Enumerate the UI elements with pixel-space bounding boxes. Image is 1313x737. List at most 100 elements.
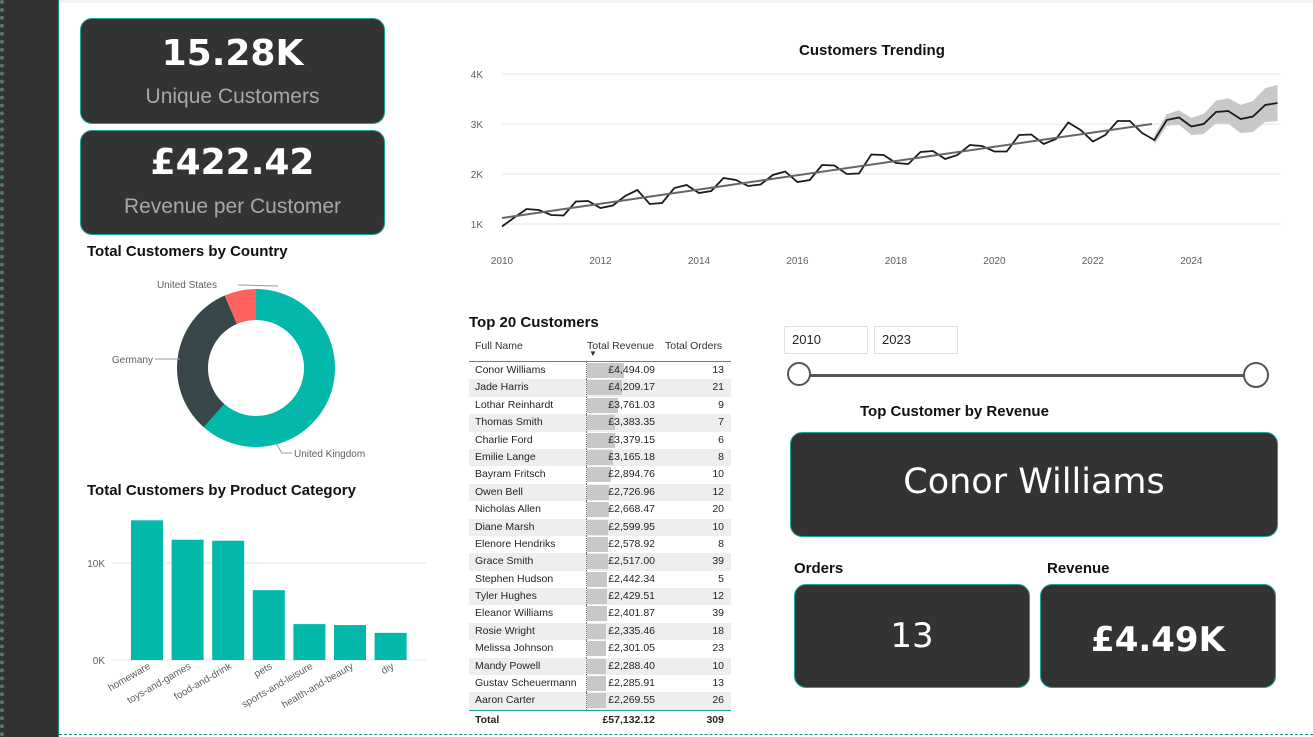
revenue-value: £4.49K: [1091, 620, 1225, 660]
cell-full-name: Thomas Smith: [475, 416, 543, 429]
cell-total-revenue: £2,429.51: [608, 590, 655, 603]
cell-total-orders: 7: [718, 416, 724, 429]
cell-total-revenue: £3,383.35: [608, 416, 655, 429]
bar-diy: [374, 632, 407, 660]
table-row[interactable]: Nicholas Allen £2,668.47 20: [469, 501, 731, 519]
cell-full-name: Lothar Reinhardt: [475, 398, 554, 411]
cell-total-orders: 20: [712, 503, 724, 516]
x-tick-label: 2020: [983, 256, 1006, 267]
revenue-card[interactable]: £4.49K: [1040, 584, 1276, 688]
cell-total-revenue: £4,209.17: [608, 381, 655, 394]
category-title: Total Customers by Product Category: [87, 482, 356, 499]
table-row[interactable]: Lothar Reinhardt £3,761.03 9: [469, 396, 731, 415]
x-tick-label: 2012: [589, 256, 612, 267]
bar-sports-and-leisure: [293, 624, 326, 660]
table-total-row: Total £57,132.12 309: [469, 709, 731, 729]
cell-full-name: Rosie Wright: [475, 624, 535, 637]
year-to-input[interactable]: 2023: [874, 326, 958, 354]
unique-customers-label: Unique Customers: [145, 85, 320, 108]
cell-total-revenue: £2,301.05: [608, 642, 655, 655]
y-tick-label: 2K: [471, 170, 484, 181]
table-row[interactable]: Thomas Smith £3,383.35 7: [469, 414, 731, 432]
cell-total-orders: 5: [718, 572, 724, 585]
x-tick-label: 2016: [786, 256, 809, 267]
cell-total-orders: 13: [712, 677, 724, 690]
table-row[interactable]: Gustav Scheuermann £2,285.91 13: [469, 675, 731, 693]
bar-homeware: [131, 520, 163, 660]
table-row[interactable]: Aaron Carter £2,269.55 26: [469, 692, 731, 710]
x-tick-label: 2018: [885, 256, 908, 267]
cell-full-name: Elenore Hendriks: [475, 537, 556, 550]
top-customer-name: Conor Williams: [903, 462, 1165, 502]
country-donut-chart[interactable]: United States Germany United Kingdom: [60, 262, 440, 472]
cell-total-revenue: £3,379.15: [608, 433, 655, 446]
cell-total-revenue: £3,165.18: [608, 450, 655, 463]
table-row[interactable]: Owen Bell £2,726.96 12: [469, 483, 731, 502]
table-row[interactable]: Jade Harris £4,209.17 21: [469, 379, 731, 397]
top20-table[interactable]: Full Name Total Revenue ▼ Total Orders C…: [469, 336, 731, 729]
table-row[interactable]: Emilie Lange £3,165.18 8: [469, 448, 731, 467]
bar-toys-and-games: [171, 539, 204, 660]
y-tick-label: 10K: [87, 559, 105, 570]
top-edge: [59, 0, 1313, 3]
table-row[interactable]: Diane Marsh £2,599.95 10: [469, 518, 731, 536]
category-bar-chart[interactable]: 10K0K homewaretoys-and-gamesfood-and-drin…: [60, 505, 440, 730]
cell-full-name: Eleanor Williams: [475, 607, 554, 620]
trend-chart[interactable]: 4K 3K 2K 1K 2010 2012 2014 2016 2018 2020 2022 2024: [455, 60, 1295, 275]
cell-total-orders: 6: [718, 433, 724, 446]
table-row[interactable]: Charlie Ford £3,379.15 6: [469, 431, 731, 449]
top-customer-card[interactable]: Conor Williams: [790, 432, 1278, 537]
year-from-input[interactable]: 2010: [784, 326, 868, 354]
cell-full-name: Jade Harris: [475, 381, 529, 394]
table-row[interactable]: Mandy Powell £2,288.40 10: [469, 657, 731, 676]
revenue-per-customer-label: Revenue per Customer: [123, 195, 342, 218]
table-row[interactable]: Elenore Hendriks £2,578.92 8: [469, 535, 731, 554]
bottom-edge: [59, 734, 1313, 735]
cell-total-revenue: £3,761.03: [608, 398, 655, 411]
cell-full-name: Grace Smith: [475, 555, 534, 568]
cell-total-revenue: £2,401.87: [608, 607, 655, 620]
cell-total-orders: 23: [712, 642, 724, 655]
y-tick-label: 4K: [471, 70, 484, 81]
table-row[interactable]: Conor Williams £4,494.09 13: [469, 362, 731, 380]
col-total-revenue[interactable]: Total Revenue: [587, 340, 654, 352]
cell-total-revenue: £2,517.00: [608, 555, 655, 568]
table-row[interactable]: Rosie Wright £2,335.46 18: [469, 622, 731, 641]
category-label: sports-and-leisure: [240, 661, 315, 711]
trend-title: Customers Trending: [799, 42, 945, 59]
x-tick-label: 2014: [688, 256, 711, 267]
table-row[interactable]: Melissa Johnson £2,301.05 23: [469, 640, 731, 658]
cell-total-orders: 39: [712, 555, 724, 568]
col-full-name[interactable]: Full Name: [475, 340, 523, 352]
table-header: Full Name Total Revenue ▼ Total Orders: [469, 336, 731, 362]
label-united-states: United States: [157, 280, 217, 291]
orders-card[interactable]: 13: [794, 584, 1030, 688]
trend-line: [501, 123, 1153, 219]
cell-full-name: Melissa Johnson: [475, 642, 554, 655]
cell-total-revenue: £2,288.40: [608, 659, 655, 672]
y-tick-label: 1K: [471, 220, 484, 231]
x-tick-label: 2010: [491, 256, 514, 267]
cell-total-revenue: £2,285.91: [608, 677, 655, 690]
y-tick-label: 3K: [471, 120, 484, 131]
table-row[interactable]: Eleanor Williams £2,401.87 39: [469, 605, 731, 623]
cell-full-name: Aaron Carter: [475, 694, 536, 707]
table-row[interactable]: Stephen Hudson £2,442.34 5: [469, 570, 731, 589]
cell-total-orders: 12: [712, 590, 724, 603]
cell-total-revenue: £2,599.95: [608, 520, 655, 533]
sidebar: [0, 0, 59, 737]
cell-total-revenue: £2,442.34: [608, 572, 655, 585]
unique-customers-card[interactable]: 15.28K Unique Customers: [80, 18, 385, 124]
slider-handle-end[interactable]: [1243, 362, 1269, 388]
table-row[interactable]: Grace Smith £2,517.00 39: [469, 553, 731, 571]
col-total-orders[interactable]: Total Orders: [665, 340, 722, 352]
cell-total-orders: 39: [712, 607, 724, 620]
slider-track[interactable]: [800, 374, 1256, 377]
table-row[interactable]: Bayram Fritsch £2,894.76 10: [469, 466, 731, 484]
cell-total-orders: 10: [712, 520, 724, 533]
table-row[interactable]: Tyler Hughes £2,429.51 12: [469, 588, 731, 606]
slider-handle-start[interactable]: [787, 362, 811, 386]
x-tick-label: 2024: [1180, 256, 1203, 267]
y-tick-label: 0K: [93, 656, 106, 667]
revenue-per-customer-card[interactable]: £422.42 Revenue per Customer: [80, 130, 385, 235]
